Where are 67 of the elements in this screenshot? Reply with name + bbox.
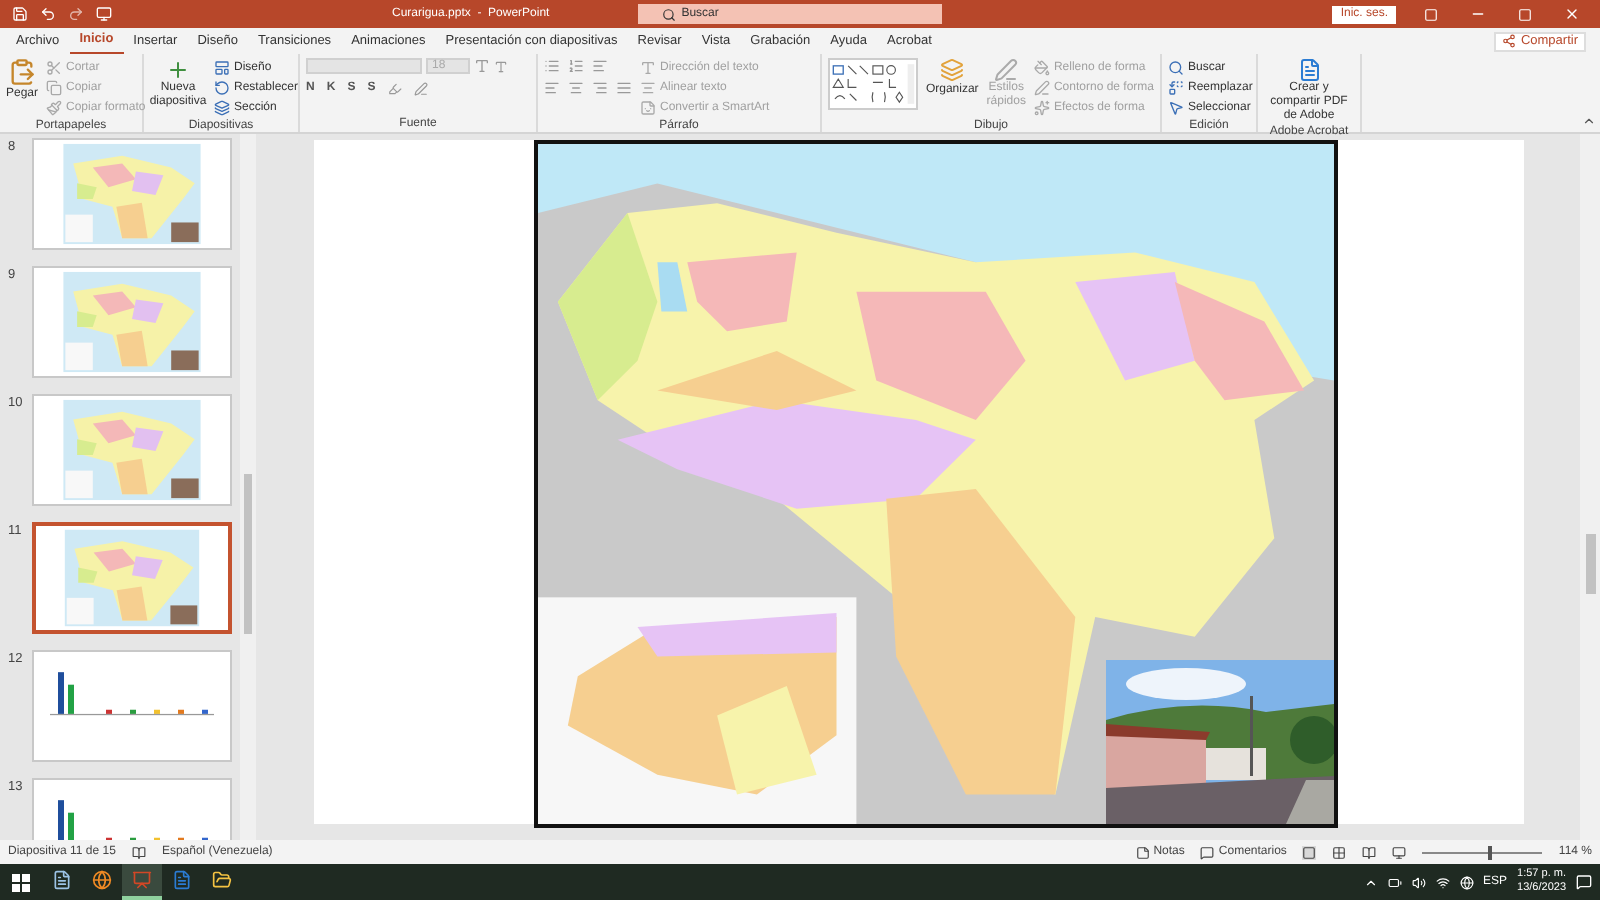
battery-icon[interactable] (1387, 875, 1402, 889)
ribbon-icon (1168, 60, 1184, 76)
save-icon[interactable] (12, 6, 28, 22)
collapse-ribbon-icon[interactable] (1582, 114, 1596, 128)
reading-view-icon[interactable] (1362, 845, 1377, 859)
ribbon-icon (214, 60, 230, 76)
windows-icon[interactable] (12, 873, 30, 891)
network-icon[interactable] (1435, 875, 1450, 889)
search-icon (661, 7, 676, 21)
font-grow-icon[interactable] (474, 58, 490, 74)
ribbon-icon (46, 60, 63, 76)
ribbon-icon (640, 100, 656, 116)
indent-icon[interactable] (592, 58, 608, 74)
share-icon (1502, 34, 1517, 48)
zoom-thumb[interactable] (1488, 845, 1493, 859)
comments-icon (1200, 845, 1215, 859)
taskbar-app[interactable] (122, 864, 162, 900)
undo-icon[interactable] (40, 6, 56, 22)
numbering-icon[interactable] (568, 58, 584, 74)
notifications-icon[interactable] (1576, 874, 1592, 890)
align-center-icon[interactable] (568, 80, 584, 96)
volume-icon[interactable] (1411, 875, 1426, 889)
document-icon (52, 870, 72, 890)
font-name-field[interactable] (306, 58, 422, 74)
folder-icon (212, 870, 232, 890)
ribbon-icon (640, 60, 656, 76)
font-color-icon[interactable] (413, 82, 428, 96)
globe-icon (92, 870, 112, 890)
document-icon (172, 870, 192, 890)
pdf-icon (1297, 58, 1321, 82)
scroll-bar[interactable] (240, 134, 256, 840)
ribbon-icon (214, 100, 230, 116)
ribbon-icon (46, 100, 63, 116)
maximize-icon[interactable] (1518, 7, 1532, 21)
globe-icon[interactable] (1459, 875, 1474, 889)
spellcheck-icon[interactable] (131, 845, 146, 859)
justify-icon[interactable] (616, 80, 632, 96)
highlighter-icon[interactable] (387, 82, 402, 96)
presentation-icon (132, 870, 152, 890)
arrange-icon (940, 58, 965, 82)
slideshow-icon[interactable] (1392, 845, 1407, 859)
ribbon-icon (1168, 100, 1184, 116)
align-left-icon[interactable] (544, 80, 560, 96)
slide-thumbnail[interactable] (32, 650, 232, 762)
normal-view-icon[interactable] (1302, 845, 1317, 859)
align-right-icon[interactable] (592, 80, 608, 96)
ribbon-icon (640, 80, 656, 96)
ribbon-icon (1168, 80, 1184, 96)
notes-icon (1135, 845, 1150, 859)
sorter-view-icon[interactable] (1332, 845, 1347, 859)
clipboard-icon (8, 58, 36, 86)
ribbon-icon (1033, 80, 1050, 96)
ribbon-display-icon[interactable] (1424, 7, 1438, 21)
ribbon-icon (1033, 60, 1050, 76)
ribbon-icon (1033, 100, 1050, 116)
shapes-gallery-icon[interactable] (828, 58, 918, 110)
bullets-icon[interactable] (544, 58, 560, 74)
ribbon-icon (214, 80, 230, 96)
new-slide-icon (166, 58, 190, 82)
redo-icon[interactable] (68, 6, 84, 22)
styles-icon (994, 58, 1019, 82)
font-shrink-icon[interactable] (494, 59, 508, 73)
close-icon[interactable] (1564, 6, 1580, 22)
monitor-icon[interactable] (96, 6, 112, 22)
tray-chevron-icon[interactable] (1363, 875, 1378, 889)
ribbon-icon (46, 80, 63, 96)
scroll-bar[interactable] (1580, 134, 1600, 840)
